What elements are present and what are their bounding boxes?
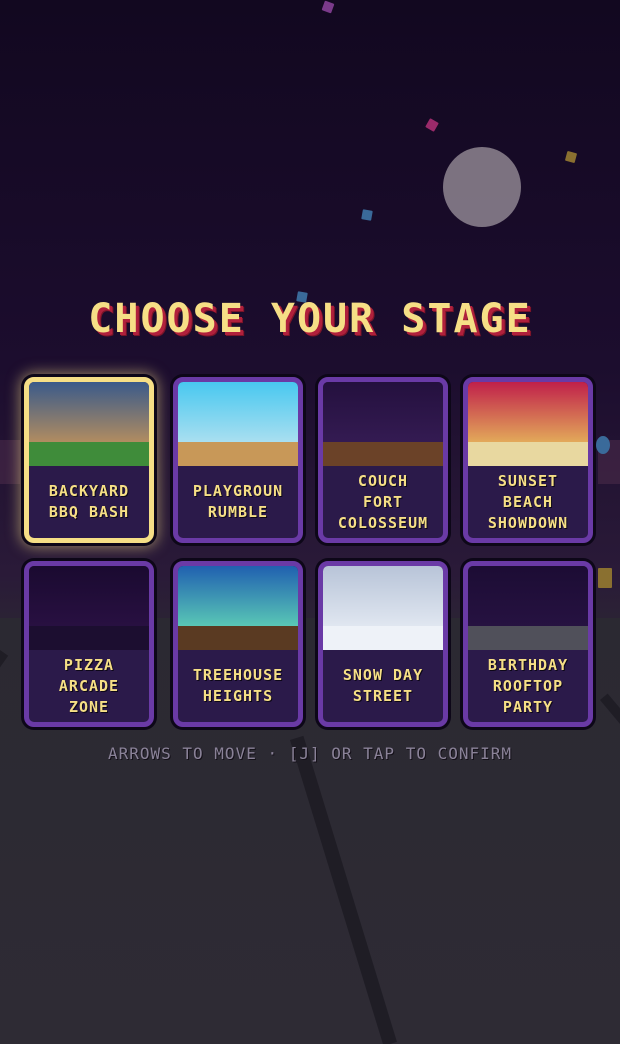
stage-preview-ground	[29, 626, 149, 650]
stage-preview	[323, 382, 443, 466]
confetti-icon	[596, 436, 610, 454]
stage-select-scene: CHOOSE YOUR STAGE BACKYARD BBQ BASH PLAYG…	[0, 0, 620, 1044]
confetti-icon	[425, 118, 439, 132]
stage-preview-ground	[323, 626, 443, 650]
stage-label: PIZZA ARCADE ZONE	[58, 655, 120, 716]
stage-card-sunset-beach-showdown[interactable]: SUNSET BEACH SHOWDOWN	[463, 377, 593, 543]
stage-label: SUNSET BEACH SHOWDOWN	[487, 471, 569, 532]
stage-card-snow-day-street[interactable]: SNOW DAY STREET	[318, 561, 448, 727]
stage-preview	[178, 382, 298, 466]
stage-preview	[323, 566, 443, 650]
stage-preview	[468, 382, 588, 466]
stage-preview	[29, 566, 149, 650]
stage-label: BACKYARD BBQ BASH	[48, 482, 130, 521]
controls-hint: ARROWS TO MOVE · [J] OR TAP TO CONFIRM	[107, 744, 513, 763]
moon-icon	[443, 147, 521, 227]
stage-label: BIRTHDAY ROOFTOP PARTY	[487, 655, 569, 716]
stage-label: PLAYGROUN RUMBLE	[192, 482, 284, 521]
page-title: CHOOSE YOUR STAGE	[88, 296, 532, 342]
stage-preview-ground	[178, 442, 298, 466]
stage-card-pizza-arcade-zone[interactable]: PIZZA ARCADE ZONE	[24, 561, 154, 727]
confetti-icon	[598, 568, 612, 588]
stage-card-treehouse-heights[interactable]: TREEHOUSE HEIGHTS	[173, 561, 303, 727]
stage-preview-ground	[468, 626, 588, 650]
stage-preview-ground	[468, 442, 588, 466]
stage-preview-ground	[29, 442, 149, 466]
stage-preview	[178, 566, 298, 650]
stage-label: SNOW DAY STREET	[342, 666, 424, 705]
confetti-icon	[564, 150, 578, 164]
confetti-icon	[321, 0, 335, 14]
stage-card-playground-rumble[interactable]: PLAYGROUN RUMBLE	[173, 377, 303, 543]
stage-card-backyard-bbq-bash[interactable]: BACKYARD BBQ BASH	[24, 377, 154, 543]
confetti-icon	[361, 209, 373, 221]
stage-label: COUCH FORT COLOSSEUM	[337, 471, 429, 532]
stage-card-couch-fort-colosseum[interactable]: COUCH FORT COLOSSEUM	[318, 377, 448, 543]
stage-card-birthday-rooftop-party[interactable]: BIRTHDAY ROOFTOP PARTY	[463, 561, 593, 727]
stage-label: TREEHOUSE HEIGHTS	[192, 666, 284, 705]
stage-preview	[29, 382, 149, 466]
stage-preview-ground	[323, 442, 443, 466]
background-banner	[0, 440, 20, 484]
stage-preview-ground	[178, 626, 298, 650]
stage-preview	[468, 566, 588, 650]
